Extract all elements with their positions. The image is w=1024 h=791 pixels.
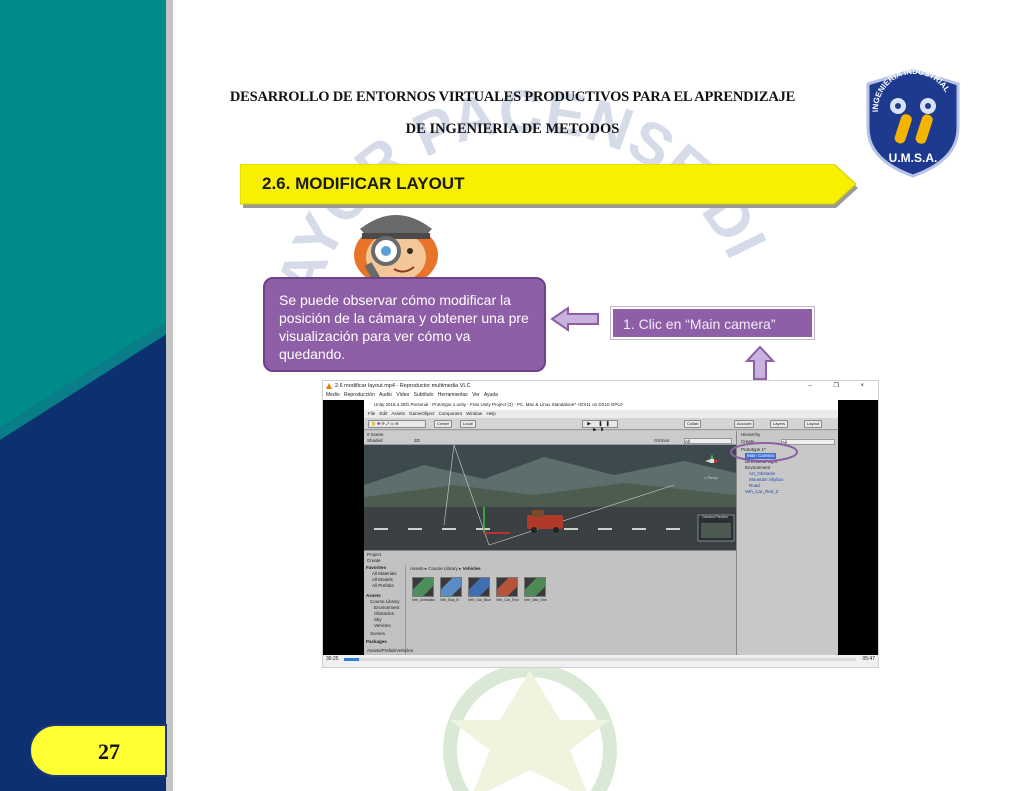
vlc-menu-audio[interactable]: Audio — [379, 392, 392, 398]
logo-bottom-text: U.M.S.A. — [889, 151, 938, 165]
project-create-button[interactable]: Create — [367, 558, 381, 563]
unity-menu-bar: File Edit Assets GameObject Component Wi… — [364, 410, 838, 418]
unity-toolbar: ✋ ✥ ⟳ ⤢ ▭ ⊕ Center Local ▶ ❚❚ ▶❚ Collab … — [364, 418, 838, 433]
document-title-line2: DE INGENIERIA DE METODOS — [405, 121, 620, 137]
seek-slider[interactable] — [344, 658, 856, 661]
vlc-window-controls[interactable]: – ❐ × — [808, 381, 874, 391]
vlc-menu-ver[interactable]: Ver — [472, 392, 480, 398]
step-instruction-box: 1. Clic en “Main camera” — [611, 307, 814, 339]
section-banner: 2.6. MODIFICAR LAYOUT — [240, 164, 862, 208]
hierarchy-tab[interactable]: Hierarchy — [741, 432, 760, 438]
scene-search-input[interactable]: All — [684, 438, 732, 444]
vlc-menu-herramientas[interactable]: Herramientas — [438, 392, 468, 398]
asset-thumbnail — [496, 577, 518, 597]
hierarchy-panel: Hierarchy Create All Prototype 1* Main C… — [730, 431, 838, 655]
collab-button[interactable]: Collab — [684, 420, 702, 428]
scene-view-tabs: # Scene Shaded 2D Gizmos All — [364, 431, 736, 445]
shading-mode-dropdown[interactable]: Shaded — [367, 438, 383, 443]
total-time: 05:47 — [862, 656, 875, 662]
scene-tab[interactable]: # Scene — [367, 432, 384, 437]
document-title-line1: DESARROLLO DE ENTORNOS VIRTUALES PRODUCT… — [229, 89, 796, 105]
vlc-player-screenshot: 2.6 modificar layout.mp4 - Reproductor m… — [322, 380, 879, 668]
asset-label: Veh_Ambulance — [412, 598, 435, 602]
vlc-cone-icon — [326, 383, 332, 389]
unity-menu-edit[interactable]: Edit — [380, 411, 388, 416]
scene-viewport[interactable]: < Persp Camera Preview — [364, 445, 736, 550]
transform-tools[interactable]: ✋ ✥ ⟳ ⤢ ▭ ⊕ — [368, 420, 426, 428]
vlc-menu-subtitulo[interactable]: Subtítulo — [414, 392, 434, 398]
vlc-title-text: 2.6 modificar layout.mp4 - Reproductor m… — [335, 383, 471, 389]
asset-thumbnail — [412, 577, 434, 597]
left-decorative-band — [0, 0, 173, 791]
project-panel: Project Create Favorites All Materials A… — [364, 550, 736, 656]
favorite-item[interactable]: All Prefabs — [372, 583, 394, 589]
local-global-toggle[interactable]: Local — [460, 420, 476, 428]
explanation-callout: Se puede observar cómo modificar la posi… — [263, 277, 546, 372]
unity-menu-file[interactable]: File — [368, 411, 375, 416]
breadcrumb-item[interactable]: Vehicles — [463, 566, 481, 571]
gizmos-dropdown[interactable]: Gizmos — [654, 438, 669, 443]
project-breadcrumb: Assets ▸ Course Library ▸ Vehicles — [410, 566, 481, 571]
section-title: 2.6. MODIFICAR LAYOUT — [262, 174, 465, 193]
slide-page: MAYOR PACENSE DIV DESARROLLO DE ENTORNOS… — [0, 0, 1024, 791]
seek-slider-fill — [344, 658, 360, 661]
asset-label: Veh_Van_Green — [524, 598, 547, 602]
2d-toggle[interactable]: 2D — [414, 438, 420, 443]
layout-dropdown[interactable]: Layout — [804, 420, 823, 428]
unity-menu-gameobject[interactable]: GameObject — [409, 411, 434, 416]
breadcrumb-item[interactable]: Course Library — [428, 566, 458, 571]
main-camera-highlight-ellipse — [730, 442, 798, 462]
unity-menu-assets[interactable]: Assets — [391, 411, 405, 416]
asset-thumbnail — [524, 577, 546, 597]
unity-menu-help[interactable]: Help — [486, 411, 495, 416]
asset-tile[interactable]: Veh_Ambulance — [412, 577, 435, 602]
asset-tile[interactable]: Veh_Van_Green — [524, 577, 547, 602]
unity-menu-window[interactable]: Window — [466, 411, 482, 416]
asset-thumbnail — [440, 577, 462, 597]
vlc-seek-bar: 36:25 05:47 — [323, 655, 878, 667]
vlc-menu-video[interactable]: Vídeo — [396, 392, 409, 398]
asset-thumbnail — [468, 577, 490, 597]
page-number-badge: 27 — [30, 724, 167, 777]
scene-persp-label: < Persp — [704, 475, 719, 480]
asset-tile[interactable]: Veh_Car_Blue — [468, 577, 491, 602]
vlc-title-bar: 2.6 modificar layout.mp4 - Reproductor m… — [323, 381, 878, 391]
pivot-center-toggle[interactable]: Center — [434, 420, 453, 428]
up-arrow-icon — [744, 345, 776, 381]
camera-preview-title: Camera Preview — [702, 515, 728, 519]
vlc-menu-reproduccion[interactable]: Reproducción — [344, 392, 375, 398]
left-arrow-icon — [550, 306, 600, 332]
vlc-menu-medio[interactable]: Medio — [326, 392, 340, 398]
asset-label: Veh_Car_Red — [496, 598, 519, 602]
asset-folder[interactable]: Vehicles — [374, 623, 391, 629]
asset-folder[interactable]: Scenes — [370, 631, 385, 637]
page-number: 27 — [98, 739, 120, 764]
asset-tile[interactable]: Veh_Bus_B — [440, 577, 463, 602]
ingenieria-industrial-logo: INGENIERIA INDUSTRIAL U.M.S.A. — [864, 67, 962, 178]
packages-folder[interactable]: Packages — [366, 639, 387, 645]
elapsed-time: 36:25 — [326, 656, 339, 662]
breadcrumb-item[interactable]: Assets — [410, 566, 424, 571]
vlc-menu-bar: Medio Reproducción Audio Vídeo Subtítulo… — [323, 391, 878, 400]
vlc-video-area: Unity 2018.4.28f1 Personal - Prototype 1… — [323, 400, 878, 656]
asset-tile[interactable]: Veh_Car_Red — [496, 577, 519, 602]
hierarchy-item[interactable]: Veh_Car_Red_Z — [745, 489, 779, 495]
asset-label: Veh_Car_Blue — [468, 598, 491, 602]
unity-title-bar: Unity 2018.4.28f1 Personal - Prototype 1… — [364, 400, 838, 410]
unity-editor: Unity 2018.4.28f1 Personal - Prototype 1… — [364, 400, 838, 656]
vlc-menu-ayuda[interactable]: Ayuda — [484, 392, 498, 398]
layers-dropdown[interactable]: Layers — [770, 420, 789, 428]
asset-label: Veh_Bus_B — [440, 598, 459, 602]
project-footer-path: Assets/Prefab/Vehicles — [367, 648, 414, 653]
detective-illustration — [342, 207, 450, 287]
account-dropdown[interactable]: Account — [734, 420, 755, 428]
project-tab[interactable]: Project — [367, 552, 381, 557]
unity-menu-component[interactable]: Component — [439, 411, 462, 416]
play-controls[interactable]: ▶ ❚❚ ▶❚ — [582, 420, 618, 433]
project-folder-tree: Favorites All Materials All Models All P… — [364, 565, 406, 656]
